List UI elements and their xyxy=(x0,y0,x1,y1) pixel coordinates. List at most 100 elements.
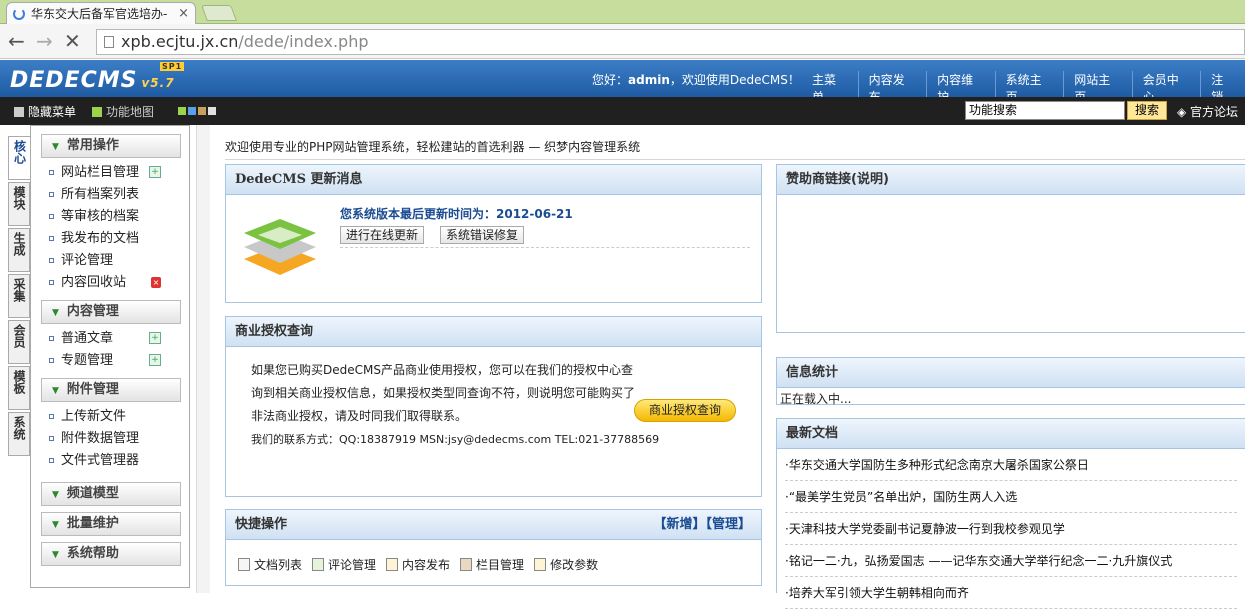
latest-docs-panel: 最新文档 ·华东交通大学国防生多种形式纪念南京大屠杀国家公祭日 ·“最美学生党员… xyxy=(776,418,1245,609)
expand-arrow-icon: ▼ xyxy=(52,386,59,396)
url-field[interactable]: xpb.ecjtu.jx.cn/dede/index.php xyxy=(96,29,1245,55)
hide-menu-icon xyxy=(14,106,24,117)
online-update-button[interactable]: 进行在线更新 xyxy=(340,226,425,244)
bullet-icon xyxy=(49,236,54,241)
menu-item-recycle-bin[interactable]: 内容回收站 × xyxy=(31,272,189,294)
news-item[interactable]: ·天津科技大学党委副书记夏静波一行到我校参观见学 xyxy=(785,513,1237,545)
menu-item-label: 上传新文件 xyxy=(61,409,127,424)
sponsor-panel-header: 赞助商链接(说明) xyxy=(777,165,1245,195)
update-panel-header: DedeCMS 更新消息 xyxy=(226,165,761,195)
tab-core-label: 核心 xyxy=(12,140,27,164)
quick-columns[interactable]: 栏目管理 xyxy=(460,556,524,573)
menu-group-common[interactable]: ▼ 常用操作 xyxy=(41,134,181,158)
welcome-text: 欢迎使用专业的PHP网站管理系统，轻松建站的首选利器 — 织梦内容管理系统 xyxy=(225,138,1245,160)
menu-group-content[interactable]: ▼ 内容管理 xyxy=(41,300,181,324)
menu-group-title: 频道模型 xyxy=(66,486,119,501)
quick-publish[interactable]: 内容发布 xyxy=(386,556,450,573)
menu-item-label: 评论管理 xyxy=(61,253,114,268)
official-forum-link[interactable]: ◈ 官方论坛 xyxy=(1177,103,1238,120)
update-title-text: 更新消息 xyxy=(306,172,363,187)
logo-version: v5.7 xyxy=(141,76,175,90)
page-icon xyxy=(104,36,114,48)
add-icon[interactable]: + xyxy=(149,354,161,366)
skin-gray-icon[interactable] xyxy=(208,107,216,115)
expand-arrow-icon: ▼ xyxy=(52,142,59,152)
menu-scrollbar[interactable] xyxy=(196,125,210,593)
menu-group-batch[interactable]: ▼ 批量维护 xyxy=(41,512,181,536)
stop-icon[interactable]: ✕ xyxy=(64,30,81,52)
quick-doc-list[interactable]: 文档列表 xyxy=(238,556,302,573)
skin-blue-icon[interactable] xyxy=(188,107,196,115)
stats-loading: 正在载入中... xyxy=(780,392,852,406)
menu-item-label: 普通文章 xyxy=(61,331,114,346)
latest-docs-list: ·华东交通大学国防生多种形式纪念南京大屠杀国家公祭日 ·“最美学生党员”名单出炉… xyxy=(777,449,1245,609)
menu-item-articles[interactable]: 普通文章 + xyxy=(31,328,189,350)
tab-generate[interactable]: 生成 xyxy=(8,228,30,272)
tab-members-label: 会员 xyxy=(12,324,26,348)
update-date: 您系统版本最后更新时间为：2012-06-21 xyxy=(340,207,573,221)
hide-menu-button[interactable]: 隐藏菜单 xyxy=(14,103,76,120)
menu-group-title: 内容管理 xyxy=(66,304,119,319)
dedecms-logo: DEDECMS v5.7 SP1 xyxy=(10,62,185,93)
search-button[interactable]: 搜索 xyxy=(1127,101,1167,120)
forward-icon[interactable]: → xyxy=(36,30,53,52)
tab-templates[interactable]: 模板 xyxy=(8,366,30,410)
add-icon[interactable]: + xyxy=(149,332,161,344)
cms-header: DEDECMS v5.7 SP1 您好：admin，欢迎使用DedeCMS！ 主菜… xyxy=(0,60,1245,105)
quick-comments[interactable]: 评论管理 xyxy=(312,556,376,573)
menu-group-title: 系统帮助 xyxy=(66,546,119,561)
function-map-button[interactable]: 功能地图 xyxy=(92,103,154,120)
menu-group-attachments[interactable]: ▼ 附件管理 xyxy=(41,378,181,402)
browser-tabbar: 华东交大后备军官选培办- × xyxy=(0,0,1245,24)
settings-icon xyxy=(534,558,547,571)
menu-item-column-manage[interactable]: 网站栏目管理 + xyxy=(31,162,189,184)
news-item[interactable]: ·铭记一二·九，弘扬爱国志 ——记华东交通大学举行纪念一二·九升旗仪式 xyxy=(785,545,1237,577)
license-panel-header: 商业授权查询 xyxy=(226,317,761,347)
function-search-input[interactable]: 功能搜索 xyxy=(965,101,1125,120)
bullet-icon xyxy=(49,336,54,341)
quick-settings[interactable]: 修改参数 xyxy=(534,556,598,573)
tab-close-icon[interactable]: × xyxy=(178,6,189,21)
news-item[interactable]: ·华东交通大学国防生多种形式纪念南京大屠杀国家公祭日 xyxy=(785,449,1237,481)
hide-menu-label: 隐藏菜单 xyxy=(28,105,77,119)
skin-brown-icon[interactable] xyxy=(198,107,206,115)
license-query-button[interactable]: 商业授权查询 xyxy=(634,399,736,422)
stats-panel-header: 信息统计 xyxy=(777,358,1245,388)
function-map-icon xyxy=(92,106,102,117)
menu-group-help[interactable]: ▼ 系统帮助 xyxy=(41,542,181,566)
tab-members[interactable]: 会员 xyxy=(8,320,30,364)
left-menu: ▼ 常用操作 网站栏目管理 + 所有档案列表 等审核的档案 我发布的文档 评论管理 … xyxy=(30,125,190,588)
quick-add-manage-links[interactable]: 【新增】【管理】 xyxy=(653,510,751,540)
menu-item-attachment-data[interactable]: 附件数据管理 xyxy=(31,428,189,450)
add-icon[interactable]: + xyxy=(149,166,161,178)
tab-system[interactable]: 系统 xyxy=(8,412,30,456)
news-item[interactable]: ·培养大军引领大学生朝韩相向而齐 xyxy=(785,577,1237,609)
menu-item-topics[interactable]: 专题管理 + xyxy=(31,350,189,372)
tab-core[interactable]: 核心 xyxy=(8,136,30,180)
error-fix-button[interactable]: 系统错误修复 xyxy=(440,226,525,244)
left-module-tabs: 核心 模块 生成 采集 会员 模板 系统 xyxy=(8,136,30,458)
bullet-icon xyxy=(49,170,54,175)
logo-sp-badge: SP1 xyxy=(160,62,185,71)
clear-bin-icon[interactable]: × xyxy=(151,277,161,288)
tab-collect[interactable]: 采集 xyxy=(8,274,30,318)
menu-item-comments[interactable]: 评论管理 xyxy=(31,250,189,272)
new-tab-button[interactable] xyxy=(201,5,237,21)
back-icon[interactable]: ← xyxy=(8,30,25,52)
news-item[interactable]: ·“最美学生党员”名单出炉，国防生两人入选 xyxy=(785,481,1237,513)
skin-green-icon[interactable] xyxy=(178,107,186,115)
menu-item-all-docs[interactable]: 所有档案列表 xyxy=(31,184,189,206)
menu-item-file-manager[interactable]: 文件式管理器 xyxy=(31,450,189,472)
tab-modules[interactable]: 模块 xyxy=(8,182,30,226)
menu-item-pending-docs[interactable]: 等审核的档案 xyxy=(31,206,189,228)
browser-tab[interactable]: 华东交大后备军官选培办- × xyxy=(6,2,196,24)
doc-list-icon xyxy=(238,558,250,571)
update-title-brand: DedeCMS xyxy=(235,172,307,187)
expand-arrow-icon: ▼ xyxy=(52,308,59,318)
menu-item-my-docs[interactable]: 我发布的文档 xyxy=(31,228,189,250)
menu-item-label: 网站栏目管理 xyxy=(61,165,140,180)
quick-title: 快捷操作 xyxy=(235,517,288,532)
menu-group-channel-model[interactable]: ▼ 频道模型 xyxy=(41,482,181,506)
menu-item-upload[interactable]: 上传新文件 xyxy=(31,406,189,428)
quick-item-label: 修改参数 xyxy=(550,558,599,572)
